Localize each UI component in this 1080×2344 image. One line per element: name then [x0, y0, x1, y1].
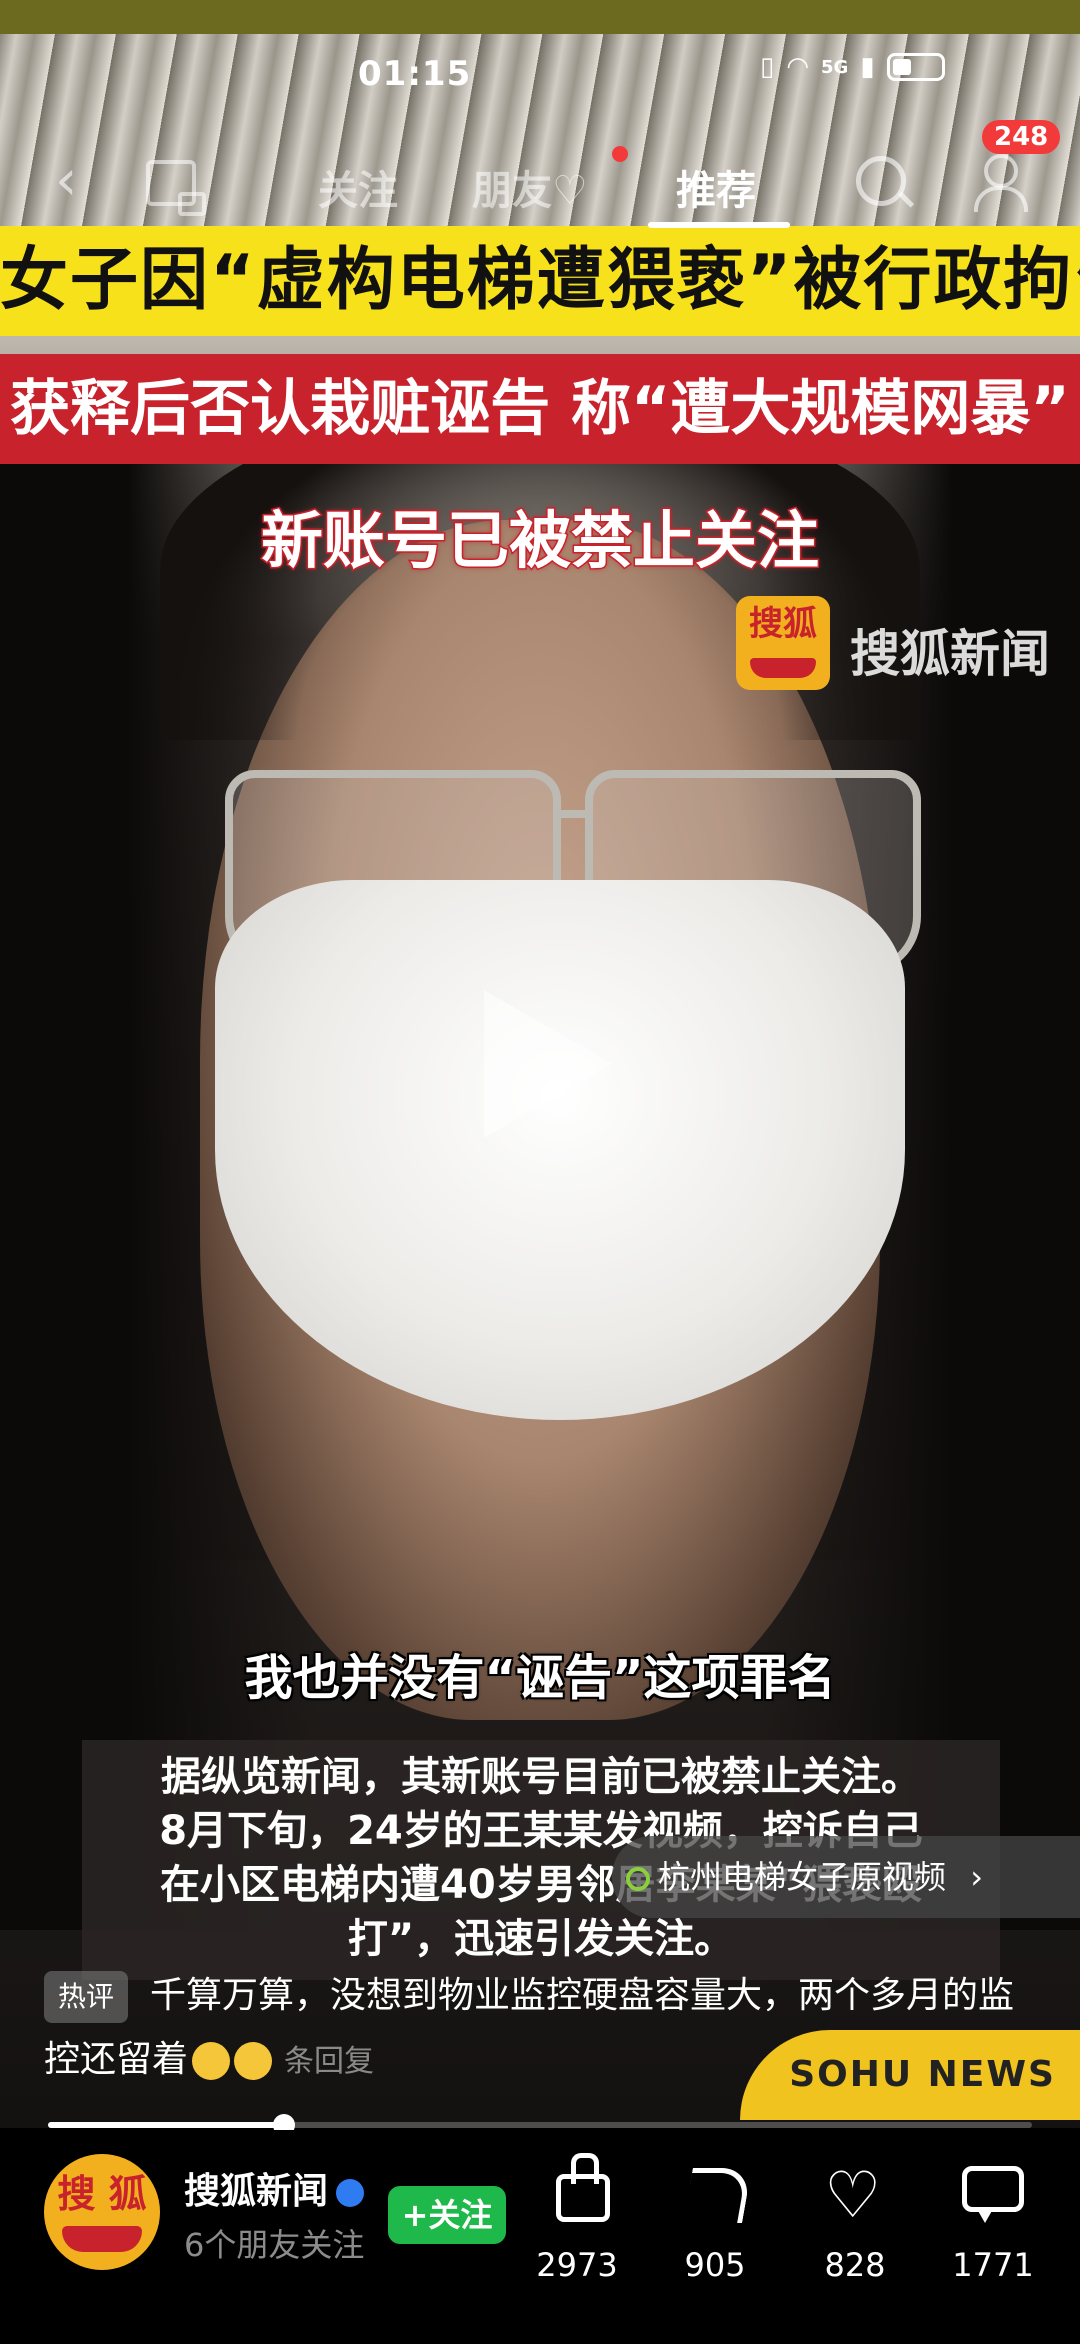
- share-count: 905: [684, 2246, 746, 2284]
- status-time: 01:15: [358, 54, 472, 94]
- laugh-cry-emoji-icon: [234, 2042, 273, 2080]
- bottom-bar: 搜 狐 搜狐新闻 6个朋友关注 +关注 2973 905 ♡ 828 1771: [0, 2130, 1080, 2344]
- video-subtitle: 我也并没有“诬告”这项罪名: [244, 1650, 836, 1706]
- status-bar: 01:15 ▯ ◠ 5G ▮: [0, 34, 1080, 114]
- search-icon: [626, 1867, 650, 1891]
- comment-icon: [962, 2166, 1024, 2223]
- favorite-button[interactable]: ♡ 828: [800, 2158, 910, 2284]
- video-figure-mask: [215, 880, 905, 1420]
- hot-comment-replies[interactable]: 条回复: [284, 2044, 374, 2079]
- network-label: 5G: [821, 56, 849, 78]
- video-headline-3: 新账号已被禁止关注: [259, 503, 820, 579]
- related-video-label: 杭州电梯女子原视频: [658, 1858, 947, 1896]
- video-progress-bar[interactable]: [48, 2114, 1032, 2136]
- hot-comment-text: 千算万算，没想到物业监控硬盘容量大，两个多月的监控还留着: [44, 1975, 1015, 2080]
- like-count: 2973: [536, 2246, 618, 2284]
- heart-icon: ♡: [824, 2159, 882, 2233]
- top-band: [0, 0, 1080, 34]
- hot-comment-tag: 热评: [44, 1971, 129, 2023]
- related-video-link[interactable]: 杭州电梯女子原视频 ›: [612, 1836, 1080, 1918]
- wifi-icon: ◠: [786, 52, 809, 82]
- friends-red-dot: [612, 146, 628, 162]
- battery-icon: [886, 53, 945, 81]
- status-icons: ▯ ◠ 5G ▮: [760, 52, 945, 82]
- share-icon: [683, 2168, 752, 2223]
- user-icon[interactable]: [972, 154, 1028, 214]
- share-button[interactable]: 905: [660, 2158, 770, 2284]
- like-button[interactable]: 2973: [522, 2153, 632, 2284]
- thumbs-up-icon: [556, 2153, 610, 2222]
- sohu-watermark-text: 搜狐新闻: [850, 625, 1050, 683]
- back-icon[interactable]: ‹: [55, 148, 77, 213]
- comment-count: 1771: [952, 2246, 1034, 2284]
- favorite-count: 828: [824, 2246, 886, 2284]
- hot-comment[interactable]: 热评 千算万算，没想到物业监控硬盘容量大，两个多月的监控还留着 条回复: [44, 1964, 1034, 2094]
- sohu-watermark-logo: 搜狐: [736, 596, 830, 690]
- active-tab-indicator: [648, 222, 790, 228]
- top-nav: ‹ 关注 朋友♡ 推荐: [0, 140, 1080, 230]
- avatar[interactable]: 搜 狐: [44, 2154, 160, 2270]
- play-icon[interactable]: [484, 990, 612, 1138]
- search-icon[interactable]: [856, 156, 906, 206]
- news-caption-line: 据纵览新闻，其新账号目前已被禁止关注。: [161, 1754, 921, 1800]
- verified-icon: [336, 2179, 365, 2207]
- follow-button[interactable]: +关注: [388, 2186, 506, 2244]
- tab-follow[interactable]: 关注: [318, 158, 398, 216]
- video-headline-2: 获释后否认栽赃诬告 称“遭大规模网暴”: [0, 354, 1080, 464]
- account-name: 搜狐新闻: [184, 2171, 329, 2212]
- account-name-row[interactable]: 搜狐新闻: [184, 2162, 365, 2214]
- news-caption-line: 打”，迅速引发关注。: [347, 1916, 735, 1962]
- tab-friends[interactable]: 朋友♡: [472, 158, 588, 216]
- account-friends-following: 6个朋友关注: [184, 2226, 365, 2264]
- tab-recommend[interactable]: 推荐: [676, 158, 756, 216]
- comment-button[interactable]: 1771: [938, 2158, 1048, 2284]
- notification-badge: 248: [982, 120, 1061, 154]
- laugh-cry-emoji-icon: [192, 2042, 231, 2080]
- signal-icon: ▮: [860, 52, 875, 82]
- video-player[interactable]: 女子因“虚构电梯遭猥亵”被行政拘留 获释后否认栽赃诬告 称“遭大规模网暴” 新账…: [0, 0, 1080, 2128]
- chevron-right-icon: ›: [970, 1858, 983, 1896]
- video-headline-1: 女子因“虚构电梯遭猥亵”被行政拘留: [0, 226, 1080, 336]
- mini-window-icon[interactable]: [146, 160, 206, 216]
- video-progress-fill: [48, 2122, 285, 2128]
- vibrate-icon: ▯: [760, 52, 775, 82]
